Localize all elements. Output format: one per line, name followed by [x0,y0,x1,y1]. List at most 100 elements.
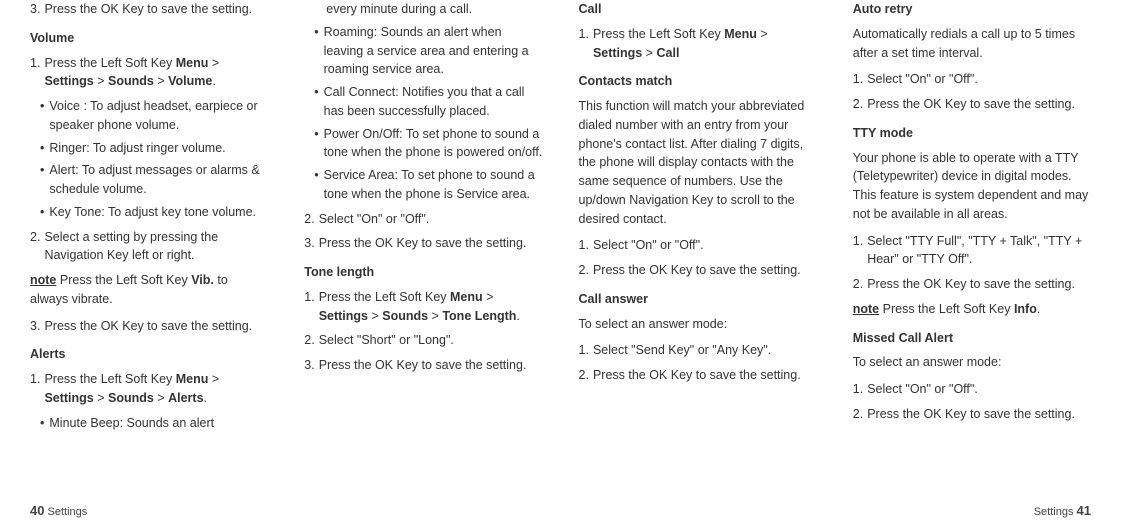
bullet-text: Power On/Off: To set phone to sound a to… [324,125,543,163]
heading-volume: Volume [30,29,268,48]
step-number: 2. [304,210,314,229]
bullet-text: Roaming: Sounds an alert when leaving a … [324,23,543,79]
footer-right: Settings 41 [1034,501,1091,521]
step-text: Press the OK Key to save the setting. [867,95,1091,114]
list-item: 3. Press the OK Key to save the setting. [30,317,268,336]
step-text: Select "Send Key" or "Any Key". [593,341,817,360]
list-item: 2. Select a setting by pressing the Navi… [30,228,268,266]
step-number: 1. [30,54,40,92]
bullet-icon: • [40,97,44,135]
list-item: 1. Select "TTY Full", "TTY + Talk", "TTY… [853,232,1091,270]
step-text: Press the OK Key to save the setting. [593,261,817,280]
step-text: Press the OK Key to save the setting. [319,234,543,253]
column-2: every minute during a call. •Roaming: So… [304,0,542,500]
heading-alerts: Alerts [30,345,268,364]
note-text: note Press the Left Soft Key Info. [853,300,1091,319]
heading-tty-mode: TTY mode [853,124,1091,143]
step-text: Press the OK Key to save the setting. [593,366,817,385]
list-item: 2. Select "On" or "Off". [304,210,542,229]
list-item: •Alert: To adjust messages or alarms & s… [40,161,268,199]
column-4: Auto retry Automatically redials a call … [853,0,1091,500]
step-number: 2. [853,95,863,114]
step-number: 1. [853,380,863,399]
step-text: Press the OK Key to save the setting. [319,356,543,375]
list-item: •Voice : To adjust headset, earpiece or … [40,97,268,135]
step-number: 2. [579,261,589,280]
bullet-icon: • [314,23,318,79]
list-item: •Call Connect: Notifies you that a call … [314,83,542,121]
bullet-icon: • [40,203,44,222]
step-text: Select "On" or "Off". [867,380,1091,399]
continuation-text: every minute during a call. [314,0,542,19]
list-item: 2. Press the OK Key to save the setting. [853,95,1091,114]
list-item: • Ringer: To adjust ringer volume. [40,139,268,158]
list-item: 1. Press the Left Soft Key Menu > Settin… [30,370,268,408]
bullet-icon: • [40,139,44,158]
bullet-text: Minute Beep: Sounds an alert [49,414,268,433]
list-item: 1. Select "On" or "Off". [579,236,817,255]
step-number: 3. [304,234,314,253]
list-item: 1. Press the Left Soft Key Menu > Settin… [30,54,268,92]
step-text: Press the OK Key to save the setting. [44,0,268,19]
paragraph: This function will match your abbreviate… [579,97,817,228]
bullet-text: Call Connect: Notifies you that a call h… [324,83,543,121]
footer-label-right: Settings [1034,506,1074,518]
bullet-icon: • [314,125,318,163]
step-number: 1. [579,236,589,255]
page-number-right: 41 [1077,503,1091,518]
list-item: •Roaming: Sounds an alert when leaving a… [314,23,542,79]
list-item: 2. Select "Short" or "Long". [304,331,542,350]
paragraph: Your phone is able to operate with a TTY… [853,149,1091,224]
step-number: 2. [853,405,863,424]
step-number: 2. [853,275,863,294]
step-text: Select "Short" or "Long". [319,331,543,350]
list-item: 2. Press the OK Key to save the setting. [853,405,1091,424]
column-1: 3. Press the OK Key to save the setting.… [30,0,268,500]
list-item: •Power On/Off: To set phone to sound a t… [314,125,542,163]
list-item: 1. Press the Left Soft Key Menu > Settin… [579,25,817,63]
step-text: Press the Left Soft Key Menu > Settings … [319,288,543,326]
list-item: 1. Press the Left Soft Key Menu > Settin… [304,288,542,326]
list-item: • Key Tone: To adjust key tone volume. [40,203,268,222]
step-number: 1. [30,370,40,408]
step-number: 1. [304,288,314,326]
heading-missed-call-alert: Missed Call Alert [853,329,1091,348]
list-item: 1. Select "Send Key" or "Any Key". [579,341,817,360]
step-number: 1. [853,70,863,89]
list-item: 3. Press the OK Key to save the setting. [304,234,542,253]
column-3: Call 1. Press the Left Soft Key Menu > S… [579,0,817,500]
step-text: Press the OK Key to save the setting. [867,275,1091,294]
bullet-text: Service Area: To set phone to sound a to… [324,166,543,204]
list-item: 3. Press the OK Key to save the setting. [30,0,268,19]
footer-label-left: Settings [48,506,88,518]
bullet-icon: • [314,166,318,204]
bullet-icon: • [40,414,44,433]
bullet-text: Ringer: To adjust ringer volume. [49,139,268,158]
paragraph: To select an answer mode: [853,353,1091,372]
paragraph: Automatically redials a call up to 5 tim… [853,25,1091,63]
step-number: 3. [304,356,314,375]
list-item: 2. Press the OK Key to save the setting. [579,261,817,280]
step-text: Press the Left Soft Key Menu > Settings … [593,25,817,63]
paragraph: To select an answer mode: [579,315,817,334]
step-number: 3. [30,0,40,19]
heading-tone-length: Tone length [304,263,542,282]
list-item: • Minute Beep: Sounds an alert [40,414,268,433]
step-text: Press the Left Soft Key Menu > Settings … [44,370,268,408]
step-text: Press the OK Key to save the setting. [867,405,1091,424]
step-text: Select "On" or "Off". [867,70,1091,89]
heading-call: Call [579,0,817,19]
step-text: Select "TTY Full", "TTY + Talk", "TTY + … [867,232,1091,270]
list-item: •Service Area: To set phone to sound a t… [314,166,542,204]
bullet-icon: • [40,161,44,199]
list-item: 2. Press the OK Key to save the setting. [579,366,817,385]
step-number: 1. [579,341,589,360]
list-item: 1. Select "On" or "Off". [853,70,1091,89]
step-text: Press the Left Soft Key Menu > Settings … [44,54,268,92]
step-text: Select a setting by pressing the Navigat… [44,228,268,266]
bullet-text: Key Tone: To adjust key tone volume. [49,203,268,222]
page-columns: 3. Press the OK Key to save the setting.… [30,0,1091,500]
list-item: 2. Press the OK Key to save the setting. [853,275,1091,294]
list-item: 1. Select "On" or "Off". [853,380,1091,399]
step-number: 3. [30,317,40,336]
